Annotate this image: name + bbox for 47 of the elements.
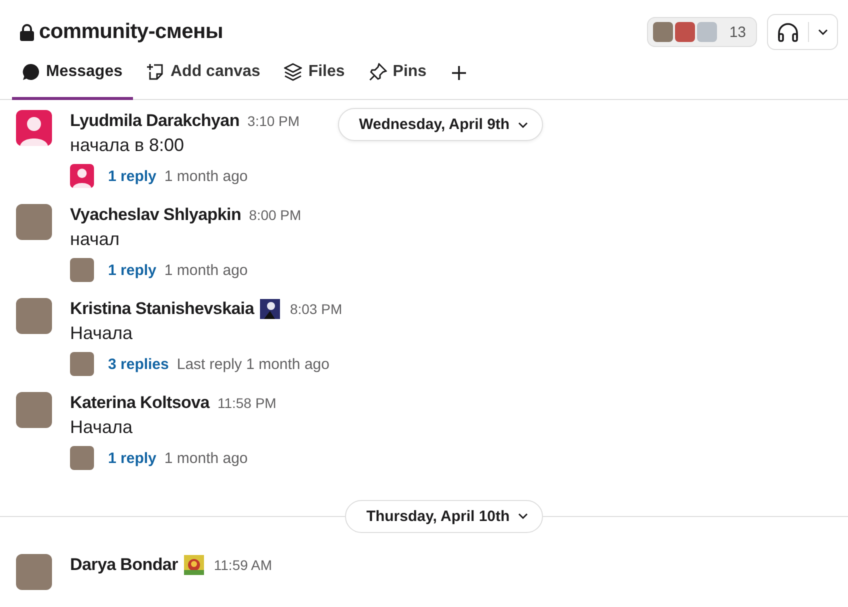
author-name[interactable]: Kristina Stanishevskaia bbox=[70, 299, 254, 319]
message-text: Начала bbox=[70, 416, 134, 438]
canvas-add-icon bbox=[146, 62, 164, 80]
channel-title[interactable]: community-смены bbox=[39, 20, 224, 44]
tab[interactable]: Messages bbox=[12, 56, 132, 100]
tab[interactable]: Pins bbox=[358, 56, 437, 100]
message-time[interactable]: 11:59 AM bbox=[214, 557, 272, 573]
photo-placeholder bbox=[70, 258, 94, 282]
pin-icon bbox=[368, 62, 387, 80]
tab[interactable]: Files bbox=[274, 56, 355, 100]
plus-icon bbox=[450, 65, 467, 81]
reply-time: 1 month ago bbox=[164, 168, 248, 184]
message-text: начал bbox=[70, 228, 120, 250]
message-time[interactable]: 3:10 PM bbox=[247, 113, 300, 129]
message-time[interactable]: 8:00 PM bbox=[249, 207, 302, 223]
replies-link[interactable]: 1 reply bbox=[108, 450, 156, 466]
replies-link[interactable]: 3 replies bbox=[108, 356, 169, 372]
member-avatar bbox=[653, 22, 674, 42]
member-avatar bbox=[675, 22, 696, 42]
headphones-icon bbox=[777, 22, 799, 42]
replies-link[interactable]: 1 reply bbox=[108, 262, 156, 278]
message-text: Начала bbox=[70, 322, 134, 344]
date-pill[interactable]: Thursday, April 10th bbox=[345, 500, 543, 532]
author-name[interactable]: Lyudmila Darakchyan bbox=[70, 111, 240, 131]
message-time[interactable]: 11:58 PM bbox=[217, 395, 276, 411]
tab[interactable]: Add canvas bbox=[136, 56, 270, 100]
author-name[interactable]: Darya Bondar bbox=[70, 555, 178, 575]
reply-time: 1 month ago bbox=[164, 450, 248, 466]
chevron-down-icon bbox=[518, 122, 528, 128]
photo-placeholder bbox=[70, 352, 94, 376]
layers-icon bbox=[284, 62, 302, 80]
date-pill[interactable]: Wednesday, April 9th bbox=[338, 108, 543, 141]
chevron-down-icon bbox=[818, 29, 828, 35]
reply-time: Last reply 1 month ago bbox=[176, 356, 330, 372]
reply-time: 1 month ago bbox=[164, 262, 248, 278]
members-button[interactable]: 13 bbox=[647, 17, 757, 47]
photo-placeholder bbox=[70, 446, 94, 470]
member-avatar bbox=[697, 22, 718, 42]
chevron-down-icon bbox=[518, 513, 528, 519]
chat-bubble-icon bbox=[22, 62, 40, 80]
message-time[interactable]: 8:03 PM bbox=[290, 301, 342, 317]
default-avatar bbox=[70, 164, 94, 188]
author-name[interactable]: Katerina Koltsova bbox=[70, 393, 210, 413]
message-text: начала в 8:00 bbox=[70, 134, 186, 156]
author-name[interactable]: Vyacheslav Shlyapkin bbox=[70, 205, 242, 225]
huddle-button[interactable] bbox=[767, 14, 838, 50]
replies-link[interactable]: 1 reply bbox=[108, 168, 156, 184]
